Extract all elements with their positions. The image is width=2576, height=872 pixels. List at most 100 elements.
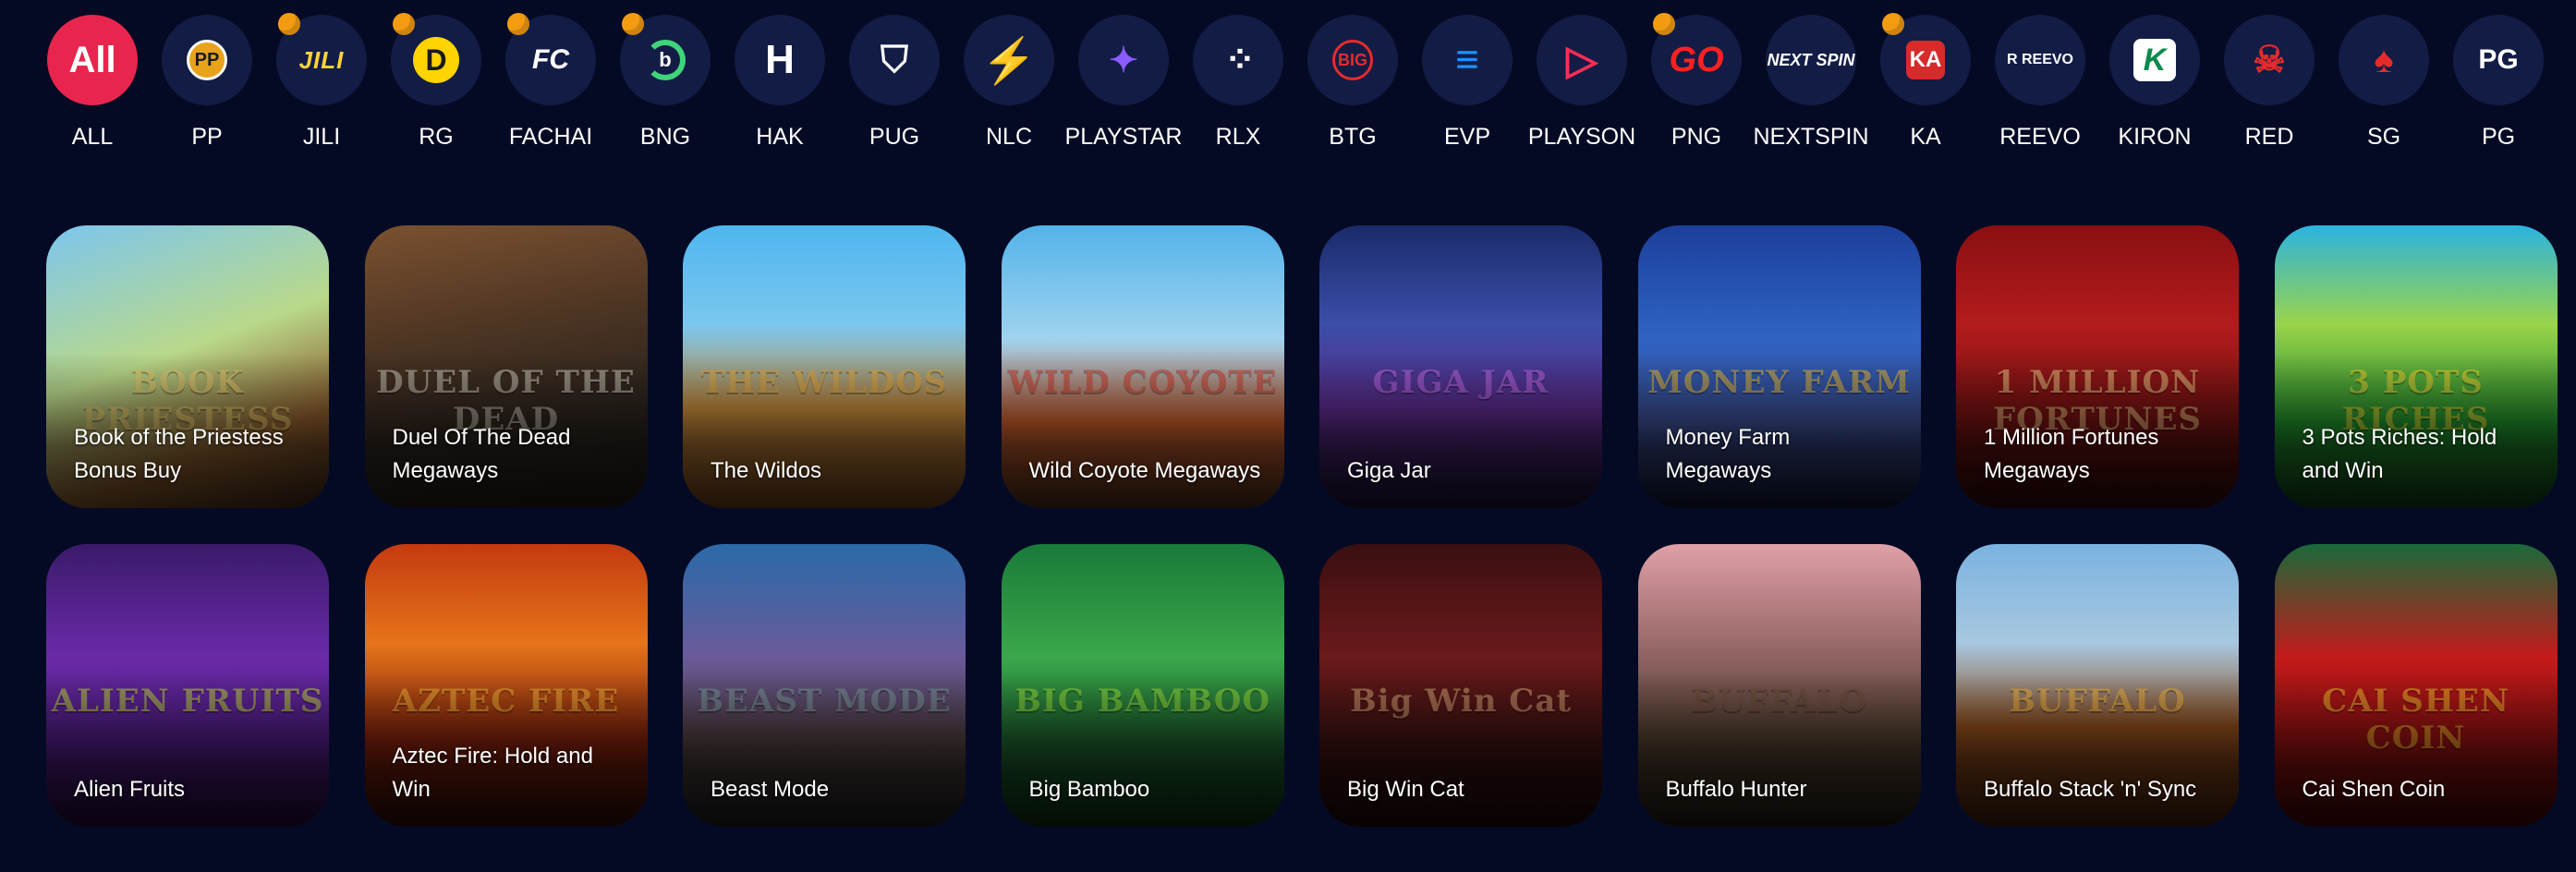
provider-label: FACHAI xyxy=(508,124,593,150)
provider-label: KA xyxy=(1910,124,1941,150)
provider-label: SG xyxy=(2366,124,2401,150)
pg-logo-icon: PG xyxy=(2478,44,2519,75)
provider-bng[interactable]: b BNG xyxy=(608,13,723,151)
provider-label: PP xyxy=(191,124,223,150)
provider-label: KIRON xyxy=(2118,124,2192,150)
game-title: Big Bamboo xyxy=(1028,777,1150,802)
provider-nextspin[interactable]: NEXT SPIN NEXTSPIN xyxy=(1753,15,1869,151)
game-card[interactable]: THE WILDOSThe Wildos xyxy=(683,225,966,508)
btg-logo-icon: BIG xyxy=(1332,40,1373,80)
provider-pug[interactable]: ⛉ PUG xyxy=(837,15,952,151)
provider-label: BTG xyxy=(1329,124,1377,150)
game-card[interactable]: CAI SHEN COINCai Shen Coin xyxy=(2274,544,2558,827)
provider-pp[interactable]: PP PP xyxy=(150,15,264,151)
provider-label: PUG xyxy=(869,124,920,150)
provider-logo: NEXT SPIN xyxy=(1766,15,1856,105)
provider-logo: ✦ xyxy=(1078,15,1169,105)
provider-label: NLC xyxy=(985,124,1032,150)
game-title: Wild Coyote Megaways xyxy=(1028,458,1261,483)
new-badge-icon xyxy=(278,13,300,35)
provider-label: NEXTSPIN xyxy=(1753,124,1869,150)
game-title: 1 Million Fortunes Megaways xyxy=(1984,425,2159,483)
provider-label: HAK xyxy=(756,124,804,150)
evp-logo-icon: ≡ xyxy=(1455,37,1479,82)
game-card[interactable]: BUFFALOBuffalo Stack 'n' Sync xyxy=(1956,544,2239,827)
game-title: Buffalo Hunter xyxy=(1665,777,1807,802)
game-card[interactable]: AZTEC FIREAztec Fire: Hold and Win xyxy=(364,544,648,827)
game-card[interactable]: Big Win CatBig Win Cat xyxy=(1319,544,1602,827)
game-card[interactable]: ALIEN FRUITSAlien Fruits xyxy=(46,544,329,827)
ka-logo-icon: KA xyxy=(1906,41,1945,79)
provider-logo: ☠ xyxy=(2224,15,2315,105)
provider-playson[interactable]: ▷ PLAYSON xyxy=(1525,15,1639,151)
game-title: Beast Mode xyxy=(711,777,830,802)
provider-logo: ♠ xyxy=(2339,15,2429,105)
provider-kiron[interactable]: K KIRON xyxy=(2097,15,2212,151)
provider-logo: ⁘ xyxy=(1193,15,1283,105)
game-card[interactable]: GIGA JARGiga Jar xyxy=(1319,225,1602,508)
provider-reevo[interactable]: R REEVO REEVO xyxy=(1983,15,2097,151)
game-card[interactable]: BEAST MODEBeast Mode xyxy=(683,544,966,827)
game-card[interactable]: BUFFALOBuffalo Hunter xyxy=(1637,544,1921,827)
game-card[interactable]: 3 POTS RICHES3 Pots Riches: Hold and Win xyxy=(2274,225,2558,508)
provider-logo: KA xyxy=(1880,13,1971,105)
provider-pg[interactable]: PG PG xyxy=(2441,15,2556,151)
new-badge-icon xyxy=(622,13,644,35)
kiron-logo-icon: K xyxy=(2133,39,2176,81)
game-card[interactable]: WILD COYOTEWild Coyote Megaways xyxy=(1001,225,1284,508)
new-badge-icon xyxy=(1653,13,1675,35)
game-card[interactable]: BOOK PRIESTESSBook of the Priestess Bonu… xyxy=(46,225,329,508)
provider-btg[interactable]: BIG BTG xyxy=(1295,15,1410,151)
provider-logo: BIG xyxy=(1307,15,1398,105)
provider-label: PG xyxy=(2481,124,2516,150)
game-title: Cai Shen Coin xyxy=(2302,777,2446,802)
nextspin-logo-icon: NEXT SPIN xyxy=(1767,51,1855,69)
provider-png[interactable]: GO PNG xyxy=(1639,13,1754,151)
provider-label: PLAYSTAR xyxy=(1064,124,1183,150)
game-title: Alien Fruits xyxy=(74,777,186,802)
provider-playstar[interactable]: ✦ PLAYSTAR xyxy=(1064,15,1183,151)
new-badge-icon xyxy=(1882,13,1904,35)
game-title: Buffalo Stack 'n' Sync xyxy=(1984,777,2197,802)
provider-logo: ⛉ xyxy=(849,15,940,105)
game-card[interactable]: DUEL OF THE DEADDuel Of The Dead Megaway… xyxy=(364,225,648,508)
provider-label: REEVO xyxy=(1999,124,2081,150)
provider-rlx[interactable]: ⁘ RLX xyxy=(1181,15,1295,151)
game-title: Giga Jar xyxy=(1347,458,1431,483)
provider-evp[interactable]: ≡ EVP xyxy=(1410,15,1525,151)
provider-logo: PP xyxy=(162,15,252,105)
game-card[interactable]: MONEY FARMMoney Farm Megaways xyxy=(1637,225,1921,508)
game-card[interactable]: 1 MILLION FORTUNES1 Million Fortunes Meg… xyxy=(1956,225,2239,508)
provider-label: BNG xyxy=(639,124,691,150)
red-tiger-logo-icon: ☠ xyxy=(2253,40,2286,80)
provider-label: PLAYSON xyxy=(1527,124,1636,150)
game-card[interactable]: BIG BAMBOOBig Bamboo xyxy=(1001,544,1284,827)
game-title: Book of the Priestess Bonus Buy xyxy=(74,425,284,483)
provider-sg[interactable]: ♠ SG xyxy=(2327,15,2441,151)
jili-logo-icon: JILI xyxy=(298,45,345,74)
provider-jili[interactable]: JILI JILI xyxy=(264,13,379,151)
game-title: 3 Pots Riches: Hold and Win xyxy=(2302,425,2497,483)
provider-logo: PG xyxy=(2453,15,2544,105)
provider-label: RLX xyxy=(1215,124,1261,150)
provider-label: RG xyxy=(419,124,454,150)
provider-all[interactable]: All ALL xyxy=(35,15,150,151)
rg-logo-icon: D xyxy=(413,37,459,83)
provider-hak[interactable]: H HAK xyxy=(723,15,837,151)
provider-red[interactable]: ☠ RED xyxy=(2212,15,2327,151)
rlx-dots-icon: ⁘ xyxy=(1224,40,1255,80)
provider-fachai[interactable]: FC FACHAI xyxy=(493,13,608,151)
pragmatic-play-logo-icon: PP xyxy=(187,40,227,80)
reevo-logo-icon: R REEVO xyxy=(2006,52,2073,67)
provider-label: RED xyxy=(2244,124,2294,150)
provider-label: PNG xyxy=(1671,124,1722,150)
provider-logo: K xyxy=(2109,15,2200,105)
new-badge-icon xyxy=(393,13,415,35)
bng-logo-icon: b xyxy=(645,40,686,80)
provider-ka[interactable]: KA KA xyxy=(1868,13,1983,151)
game-title: The Wildos xyxy=(711,458,822,483)
provider-nlc[interactable]: ⚡ NLC xyxy=(952,15,1066,151)
provider-logo: JILI xyxy=(276,13,367,105)
provider-rg[interactable]: D RG xyxy=(379,13,493,151)
png-logo-icon: GO xyxy=(1669,40,1724,79)
